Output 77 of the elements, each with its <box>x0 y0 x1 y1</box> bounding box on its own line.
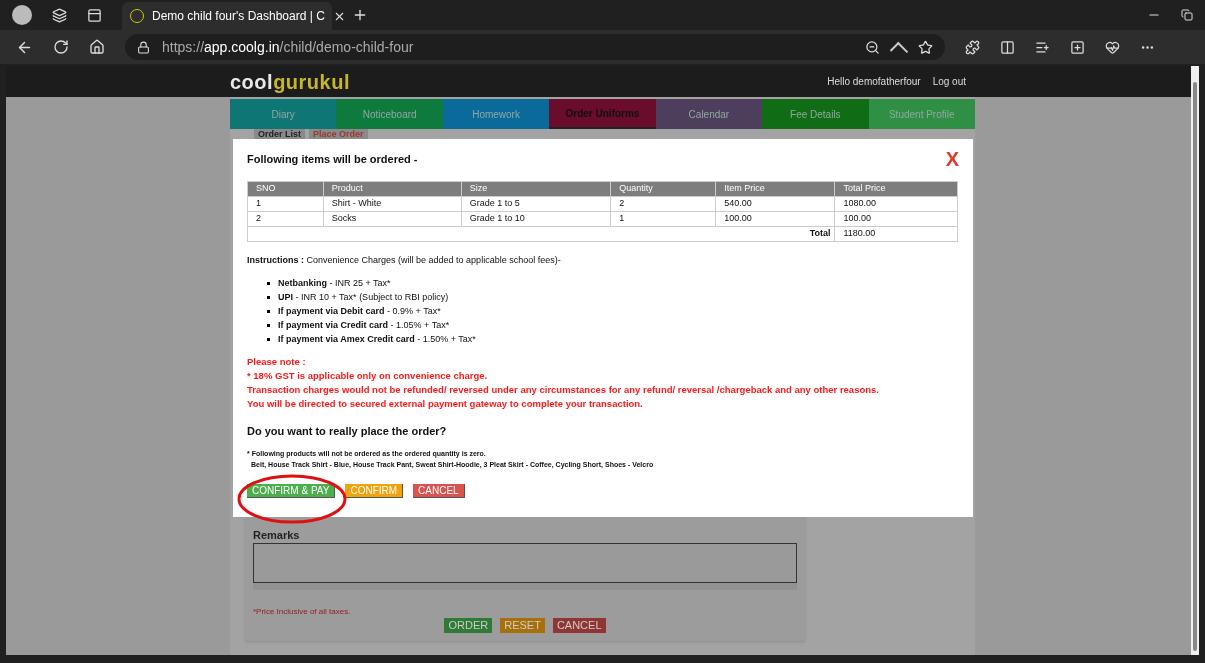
form-button[interactable]: CANCEL <box>552 618 606 633</box>
column-header: Quantity <box>610 181 716 197</box>
sub-tab[interactable]: Place Order <box>309 129 368 139</box>
zoom-out-icon[interactable] <box>865 39 880 55</box>
price-note: *Price Inclusive of all taxes. <box>253 606 352 618</box>
reload-icon[interactable] <box>53 39 69 55</box>
site-logo[interactable]: coolgurukul <box>230 66 350 97</box>
note-text: * 18% GST is applicable only on convenience charge. <box>247 368 489 383</box>
bullet-icon <box>267 296 270 299</box>
nav-tab[interactable]: Diary <box>230 99 337 129</box>
column-header: Size <box>461 181 611 197</box>
table-cell: 2 <box>610 196 716 212</box>
extensions-icon[interactable] <box>965 39 980 55</box>
charge-item: If payment via Credit card - 1.05% + Tax* <box>278 318 450 332</box>
instructions-text: Instructions : Convenience Charges (will be added to applicable school fees)- <box>247 254 562 267</box>
column-header: Total Price <box>834 181 958 197</box>
dialog-button[interactable]: CONFIRM & PAY <box>247 484 336 498</box>
lock-icon <box>137 40 150 54</box>
favorites-icon[interactable] <box>1035 39 1050 55</box>
form-button[interactable]: ORDER <box>444 618 493 633</box>
table-cell: Grade 1 to 10 <box>461 211 611 227</box>
charge-item: If payment via Amex Credit card - 1.50% + Tax* <box>278 332 476 346</box>
charge-item: UPI - INR 10 + Tax* (Subject to RBI policy) <box>278 290 449 304</box>
bullet-icon <box>267 282 270 285</box>
nav-tab[interactable]: Noticeboard <box>336 99 443 129</box>
total-label: Total <box>247 226 835 242</box>
home-icon[interactable] <box>89 39 105 55</box>
remarks-label: Remarks <box>253 527 301 543</box>
table-cell: 100.00 <box>715 211 835 227</box>
bullet-icon <box>267 324 270 327</box>
table-cell: 100.00 <box>834 211 958 227</box>
nav-tab[interactable]: Homework <box>442 99 550 129</box>
health-icon[interactable] <box>1105 39 1120 55</box>
tab-actions-icon[interactable] <box>87 7 102 23</box>
nav-tab[interactable]: Fee Details <box>762 99 869 129</box>
dialog-button[interactable]: CANCEL <box>413 484 465 498</box>
collections-icon[interactable] <box>1070 39 1085 55</box>
nav-tab[interactable]: Calendar <box>655 99 763 129</box>
split-screen-icon[interactable] <box>1000 39 1015 55</box>
profile-avatar-icon[interactable] <box>12 5 32 25</box>
address-bar[interactable]: https://app.coolg.in/child/demo-child-four <box>125 34 945 60</box>
charge-item: Netbanking - INR 25 + Tax* <box>278 276 391 290</box>
confirm-question: Do you want to really place the order? <box>247 423 448 439</box>
bullet-icon <box>267 338 270 341</box>
bullet-icon <box>267 310 270 313</box>
column-header: SNO <box>247 181 324 197</box>
greeting-text: Hello demofatherfour <box>827 75 921 89</box>
table-cell: Grade 1 to 5 <box>461 196 611 212</box>
tab-title: Demo child four's Dashboard | C <box>152 8 325 25</box>
favorite-star-icon[interactable] <box>918 39 933 55</box>
close-button[interactable]: X <box>945 149 959 169</box>
remarks-field[interactable] <box>253 543 797 583</box>
table-cell: 2 <box>247 211 324 227</box>
charge-item: If payment via Debit card - 0.9% + Tax* <box>278 304 441 318</box>
resize-handle[interactable] <box>253 583 797 590</box>
table-cell: 540.00 <box>715 196 835 212</box>
scrollbar[interactable] <box>1191 66 1199 655</box>
dialog-title: Following items will be ordered - <box>247 151 418 167</box>
new-tab-icon[interactable] <box>352 7 368 23</box>
note-text: Transaction charges would not be refunded/ reversed under any circumstances for any refund/ reversal /chargeback and any other reasons. <box>247 382 880 397</box>
sub-tab[interactable]: Order List <box>254 129 305 139</box>
table-cell: 1 <box>247 196 324 212</box>
note-text: Please note : <box>247 354 307 369</box>
total-value: 1180.00 <box>834 226 958 242</box>
note-text: You will be directed to secured external payment gateway to complete your transaction. <box>247 396 644 411</box>
column-header: Item Price <box>715 181 835 197</box>
column-header: Product <box>323 181 462 197</box>
table-cell: Socks <box>323 211 462 227</box>
url-text: https://app.coolg.in/child/demo-child-four <box>162 37 414 57</box>
form-button[interactable]: RESET <box>500 618 545 633</box>
table-cell: Shirt - White <box>323 196 462 212</box>
restore-icon[interactable] <box>1181 9 1193 21</box>
table-cell: 1 <box>610 211 716 227</box>
logout-link[interactable]: Log out <box>932 74 966 89</box>
dialog-button[interactable]: CONFIRM <box>345 484 404 498</box>
table-cell: 1080.00 <box>834 196 958 212</box>
workspaces-icon[interactable] <box>52 7 67 23</box>
